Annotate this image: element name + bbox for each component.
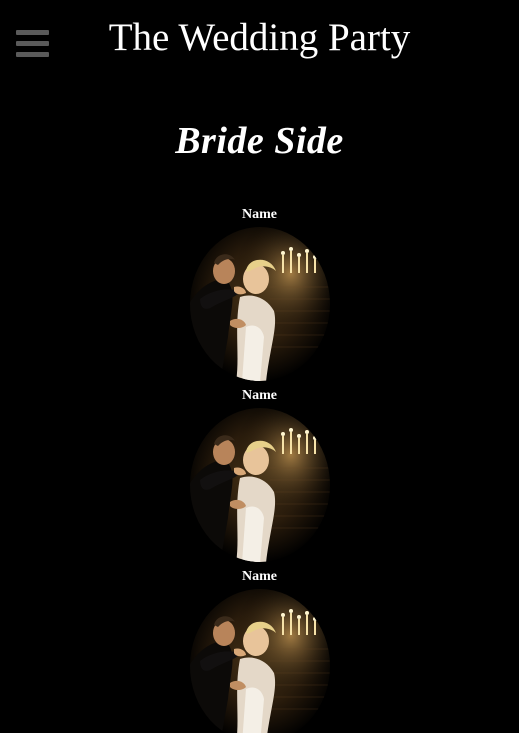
member-card: Name [0,569,519,733]
section-title: Bride Side [175,120,344,162]
page-title: The Wedding Party [108,16,411,59]
member-card: Name [0,207,519,382]
member-card: Name [0,388,519,563]
member-name: Name [242,207,277,222]
member-name: Name [242,388,277,403]
couple-photo [189,589,330,733]
member-name: Name [242,569,277,584]
couple-photo [189,227,330,381]
couple-photo [189,408,330,562]
